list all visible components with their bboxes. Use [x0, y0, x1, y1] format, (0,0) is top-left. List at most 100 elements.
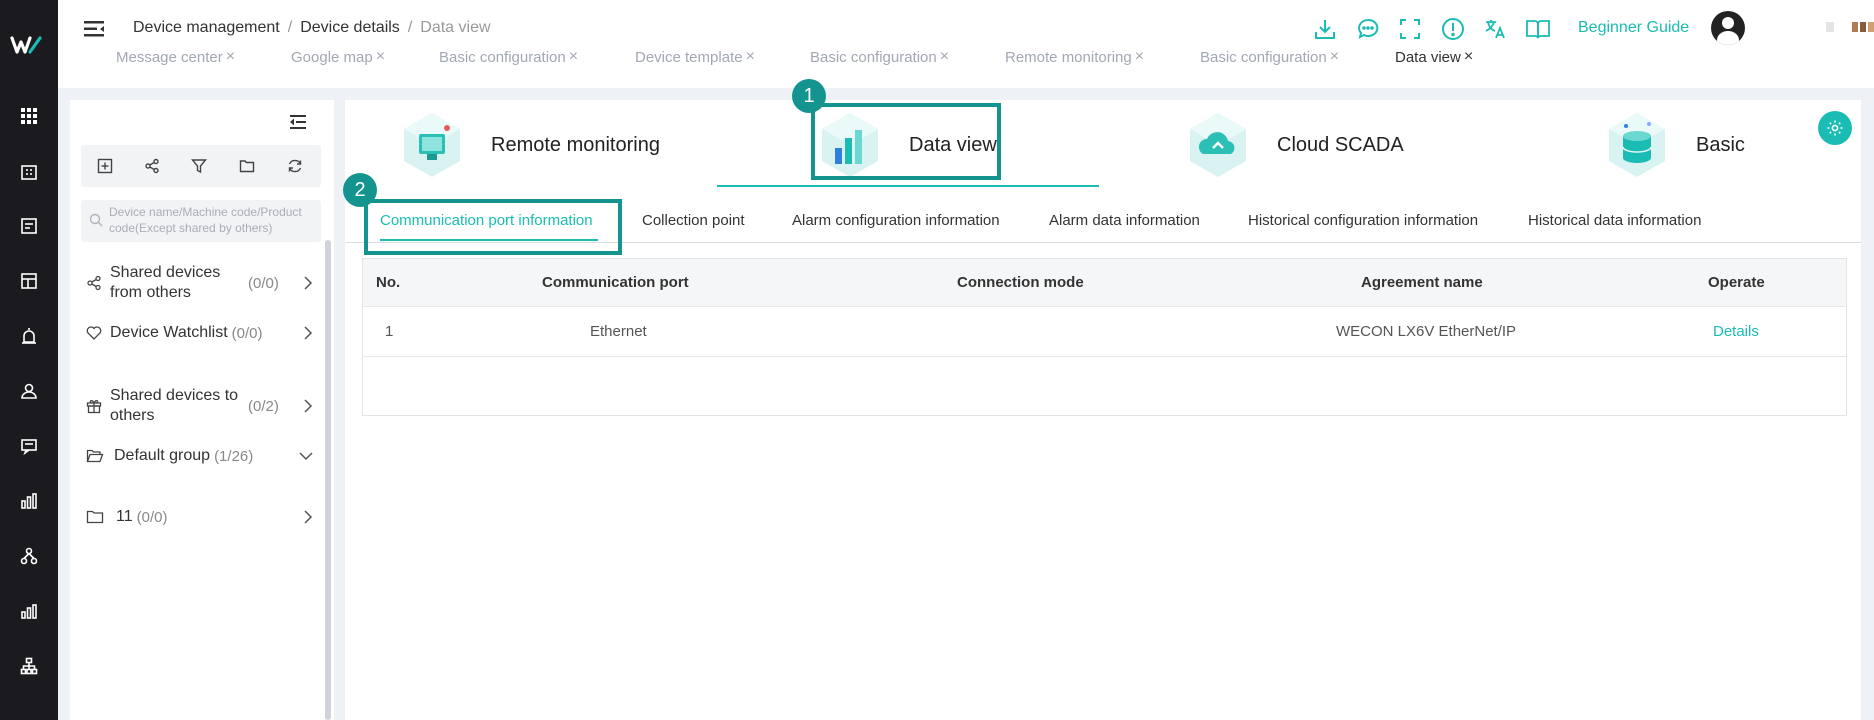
group-watchlist[interactable]: Device Watchlist (0/0) [86, 322, 314, 344]
alarm-lamp-icon[interactable] [18, 325, 40, 347]
search-input[interactable] [109, 204, 319, 240]
group-label: Shared devices from others [110, 264, 221, 301]
download-icon[interactable] [1310, 14, 1340, 44]
help-book-icon[interactable] [1523, 14, 1553, 44]
tab-label: Message center [116, 48, 223, 66]
fullscreen-icon[interactable] [1395, 14, 1425, 44]
grid-apps-icon[interactable] [18, 105, 40, 127]
close-icon[interactable]: × [376, 48, 385, 66]
dashboard-layout-icon[interactable] [18, 270, 40, 292]
breadcrumb-item[interactable]: Device details [300, 19, 400, 36]
translate-icon[interactable] [1480, 14, 1510, 44]
open-tab-active[interactable]: Data view × [1395, 48, 1473, 66]
tab-label: Device template [635, 48, 743, 66]
alert-circle-icon[interactable] [1438, 14, 1468, 44]
close-icon[interactable]: × [940, 48, 949, 66]
breadcrumb-separator: / [407, 19, 413, 36]
tab-label: Basic configuration [439, 48, 566, 66]
module-remote-monitoring[interactable]: Remote monitoring [397, 100, 660, 190]
table-header: No. Communication port Connection mode A… [363, 259, 1846, 307]
chevron-right-icon [302, 509, 314, 530]
filter-icon[interactable] [188, 155, 210, 177]
message-board-icon[interactable] [18, 435, 40, 457]
group-shared-to-others[interactable]: Shared devices to others (0/2) [86, 384, 314, 428]
group-default[interactable]: Default group (1/26) [86, 445, 314, 467]
chat-icon[interactable] [1353, 14, 1383, 44]
remote-monitoring-icon [397, 110, 467, 180]
subtab-historical-configuration[interactable]: Historical configuration information [1248, 212, 1478, 229]
tab-label: Basic configuration [1200, 48, 1327, 66]
logo-icon[interactable] [10, 30, 48, 60]
open-tab[interactable]: Basic configuration × [439, 48, 578, 66]
user-icon[interactable] [18, 380, 40, 402]
org-chart-icon[interactable] [18, 655, 40, 677]
share-icon[interactable] [141, 155, 163, 177]
avatar-icon[interactable] [1711, 11, 1745, 45]
breadcrumb: Device management / Device details / Data vi… [133, 19, 491, 37]
add-box-icon[interactable] [94, 155, 116, 177]
network-tree-icon[interactable] [18, 545, 40, 567]
folder-open-icon [86, 448, 114, 464]
collapse-panel-icon[interactable] [288, 113, 308, 131]
statistics-icon[interactable] [18, 600, 40, 622]
breadcrumb-item[interactable]: Device management [133, 19, 280, 36]
close-icon[interactable]: × [226, 48, 235, 66]
open-tab[interactable]: Device template × [635, 48, 755, 66]
open-tab[interactable]: Message center × [116, 48, 235, 66]
tab-label: Data view [1395, 48, 1461, 66]
building-icon[interactable] [18, 161, 40, 183]
module-label: Cloud SCADA [1277, 133, 1404, 156]
group-count: (0/0) [231, 324, 263, 342]
group-count: (0/0) [136, 508, 168, 526]
close-icon[interactable]: × [569, 48, 578, 66]
settings-gear-icon[interactable] [1818, 111, 1852, 145]
module-switcher: Remote monitoring Data view Cloud SCADA … [345, 100, 1861, 190]
group-count: (1/26) [214, 447, 254, 465]
menu-toggle-icon[interactable] [82, 18, 106, 40]
share-icon [86, 275, 110, 291]
close-icon[interactable]: × [746, 48, 755, 66]
group-label: Default group [114, 447, 211, 464]
subtab-alarm-configuration[interactable]: Alarm configuration information [792, 212, 1000, 229]
group-shared-from-others[interactable]: Shared devices from others (0/0) [86, 261, 314, 305]
module-basic[interactable]: Basic [1602, 100, 1745, 190]
cell-port: Ethernet [590, 323, 647, 340]
open-tab[interactable]: Remote monitoring × [1005, 48, 1144, 66]
user-name[interactable] [1826, 22, 1874, 32]
step-badge-2: 2 [343, 173, 377, 207]
document-list-icon[interactable] [18, 215, 40, 237]
subtab-collection-point[interactable]: Collection point [642, 212, 745, 229]
breadcrumb-current: Data view [420, 19, 491, 36]
open-tab[interactable]: Basic configuration × [810, 48, 949, 66]
column-header: Agreement name [1361, 274, 1483, 291]
side-scrollbar[interactable] [325, 240, 331, 720]
column-header: Communication port [542, 274, 689, 291]
open-tab[interactable]: Google map × [291, 48, 385, 66]
open-tab[interactable]: Basic configuration × [1200, 48, 1339, 66]
beginner-guide-link[interactable]: Beginner Guide [1578, 19, 1689, 37]
communication-port-table: No. Communication port Connection mode A… [362, 258, 1847, 416]
cell-agreement: WECON LX6V EtherNet/IP [1336, 323, 1517, 340]
refresh-icon[interactable] [284, 155, 306, 177]
step-badge-1: 1 [792, 79, 826, 113]
details-link[interactable]: Details [1713, 323, 1759, 340]
bar-chart-icon[interactable] [18, 490, 40, 512]
subtab-historical-data[interactable]: Historical data information [1528, 212, 1701, 229]
folder-icon [86, 509, 116, 525]
group-11[interactable]: 11 (0/0) [86, 506, 314, 528]
breadcrumb-separator: / [287, 19, 293, 36]
subtab-alarm-data[interactable]: Alarm data information [1049, 212, 1200, 229]
close-icon[interactable]: × [1464, 48, 1473, 66]
cell-no: 1 [385, 323, 394, 340]
highlight-box-communication-port [364, 199, 622, 255]
close-icon[interactable]: × [1330, 48, 1339, 66]
gift-icon [86, 398, 110, 414]
close-icon[interactable]: × [1135, 48, 1144, 66]
chevron-down-icon [298, 448, 314, 469]
folder-icon[interactable] [236, 155, 258, 177]
table-row: 1 Ethernet WECON LX6V EtherNet/IP Detail… [363, 307, 1846, 357]
tab-label: Basic configuration [810, 48, 937, 66]
group-count: (0/2) [248, 397, 279, 415]
tab-label: Remote monitoring [1005, 48, 1132, 66]
module-cloud-scada[interactable]: Cloud SCADA [1183, 100, 1404, 190]
